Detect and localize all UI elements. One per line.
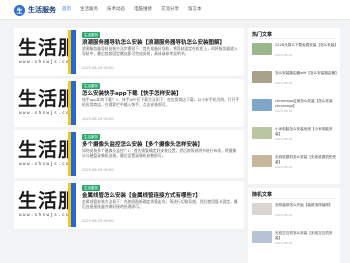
- article-card[interactable]: 生活服 www.shswjs.com 生活服务 怎么安装快手app下载【快手怎样…: [14, 79, 244, 127]
- thumbnail-url: www.shswjs.com: [19, 60, 74, 65]
- hot-article-item[interactable]: 怎么安装路由器wifi【怎么安装路由器】 2023-08-19: [252, 70, 338, 85]
- hot-article-title[interactable]: 2228元算么下载免费安装【怎么安装】: [275, 43, 337, 53]
- article-thumbnail[interactable]: 生活服 www.shswjs.com: [16, 132, 76, 176]
- article-card[interactable]: 生活服 www.shswjs.com 生活服务 金属线管怎么安装【金属线管连接方…: [14, 181, 244, 229]
- article-card[interactable]: 生活服 www.shswjs.com 生活服务 多个摄像头监控怎么安装【多个摄像…: [14, 130, 244, 178]
- thumbnail-url: www.shswjs.com: [19, 213, 74, 218]
- article-title[interactable]: 浪潮服务器导轨怎么安装【浪潮服务器导轨怎么安装图解】: [82, 38, 242, 46]
- hot-article-thumbnail[interactable]: [252, 99, 272, 111]
- hot-article-date: 2023-08-19: [275, 137, 293, 141]
- article-excerpt: 浪潮服务器导轨安装方法步骤如下：首先准备好导轨，将导轨固定在机柜上，再将服务器放…: [82, 46, 238, 56]
- random-article-date: 2023-08-19: [275, 241, 293, 245]
- hot-article-item[interactable]: 无线收银机怎么安装【无线收银机的安装】 2023-08-19: [252, 154, 338, 169]
- thumbnail-blue-stripe: [71, 81, 76, 125]
- hot-article-thumbnail[interactable]: [252, 127, 272, 139]
- hot-article-date: 2023-08-19: [275, 81, 293, 85]
- nav-item-repair[interactable]: 电脑维修: [134, 6, 152, 12]
- top-navbar: 生 生活服务 首页 生活服务 技术动态 电脑维修 交流分享 留言本: [0, 0, 350, 20]
- random-article-date: 2023-08-19: [275, 213, 293, 217]
- widget-title: 随机文章: [252, 192, 273, 198]
- nav-item-tech[interactable]: 技术动态: [107, 6, 125, 12]
- thumbnail-url: www.shswjs.com: [19, 162, 74, 167]
- divider: [252, 198, 336, 199]
- thumbnail-blue-stripe: [71, 183, 76, 227]
- article-excerpt: 如何安装多个摄像头监控？1、首先需要确定好安装位置，然后按照说明书进行布线，将摄…: [82, 148, 237, 158]
- hot-article-thumbnail[interactable]: [252, 71, 272, 83]
- article-date: 2023-08-19 00:00: [82, 117, 114, 121]
- hot-article-thumbnail[interactable]: [252, 155, 272, 167]
- hot-articles-widget: 热门文章 2228元算么下载免费安装【怎么安装】 2023-08-19 怎么安装…: [248, 28, 340, 184]
- article-title[interactable]: 怎么安装快手app下载【快手怎样安装】: [82, 89, 242, 97]
- site-logo[interactable]: 生 生活服务: [14, 4, 56, 16]
- hot-article-date: 2023-08-19: [275, 109, 293, 113]
- hot-article-item[interactable]: 小米电脑怎么安装系统【小米电脑安装】 2023-08-19: [252, 126, 338, 141]
- random-article-item[interactable]: 无线交互机怎么安装【无线交互机安装】 2023-08-19: [252, 230, 338, 245]
- hot-article-title[interactable]: 无线收银机怎么安装【无线收银机的安装】: [275, 155, 337, 165]
- article-card[interactable]: 生活服 www.shswjs.com 生活服务 浪潮服务器导轨怎么安装【浪潮服务…: [14, 28, 244, 76]
- random-article-title[interactable]: 无线交互机怎么安装【无线交互机安装】: [275, 231, 337, 241]
- hot-article-title[interactable]: 怎么安装路由器wifi【怎么安装路由器】: [275, 71, 337, 81]
- article-title[interactable]: 多个摄像头监控怎么安装【多个摄像头怎样安装】: [82, 140, 242, 148]
- random-article-thumbnail[interactable]: [252, 231, 272, 243]
- hot-article-date: 2023-08-19: [275, 53, 293, 57]
- nav-item-home[interactable]: 首页: [62, 6, 71, 12]
- logo-mark-icon: 生: [14, 4, 25, 16]
- logo-text: 生活服务: [28, 6, 56, 14]
- widget-title: 热门文章: [252, 32, 273, 38]
- random-articles-widget: 随机文章 怎样装修怎么开始【装修怎样装修】 2023-08-19 无线交互机怎么…: [248, 188, 340, 263]
- nav-item-guestbook[interactable]: 留言本: [188, 6, 202, 12]
- article-excerpt: 快手app如何下载？1、快手APP可下载方法如下：在应用商店下载，以小米手机为例…: [82, 97, 240, 107]
- article-title[interactable]: 金属线管怎么安装【金属线管连接方式有哪些?】: [82, 191, 242, 199]
- hot-article-item[interactable]: 2228元算么下载免费安装【怎么安装】 2023-08-19: [252, 42, 338, 57]
- article-thumbnail[interactable]: 生活服 www.shswjs.com: [16, 183, 76, 227]
- article-date: 2023-08-19 00:00: [82, 168, 114, 172]
- article-thumbnail[interactable]: 生活服 www.shswjs.com: [16, 81, 76, 125]
- thumbnail-url: www.shswjs.com: [19, 111, 74, 116]
- article-date: 2023-08-19 00:00: [82, 219, 114, 223]
- nav-item-share[interactable]: 交流分享: [161, 6, 179, 12]
- article-excerpt: 金属线管安装方法如下：先按照图纸确定线管走向，再进行切割弯曲，然后使用管卡固定，…: [82, 199, 238, 209]
- article-date: 2023-08-19 00:00: [82, 66, 114, 70]
- article-thumbnail[interactable]: 生活服 www.shswjs.com: [16, 30, 76, 74]
- thumbnail-blue-stripe: [71, 30, 76, 74]
- hot-article-item[interactable]: chromego应用怎么安装【怎么安装chromego】 2023-08-19: [252, 98, 338, 113]
- random-article-item[interactable]: 怎样装修怎么开始【装修怎样装修】 2023-08-19: [252, 202, 338, 217]
- nav-item-life[interactable]: 生活服务: [80, 6, 98, 12]
- thumbnail-blue-stripe: [71, 132, 76, 176]
- hot-article-date: 2023-08-19: [275, 165, 293, 169]
- random-article-title[interactable]: 怎样装修怎么开始【装修怎样装修】: [275, 203, 337, 213]
- hot-article-title[interactable]: chromego应用怎么安装【怎么安装chromego】: [275, 99, 337, 109]
- hot-article-title[interactable]: 小米电脑怎么安装系统【小米电脑安装】: [275, 127, 337, 137]
- divider: [252, 38, 336, 39]
- hot-article-thumbnail[interactable]: [252, 43, 272, 55]
- main-nav: 首页 生活服务 技术动态 电脑维修 交流分享 留言本: [62, 6, 211, 12]
- random-article-thumbnail[interactable]: [252, 203, 272, 215]
